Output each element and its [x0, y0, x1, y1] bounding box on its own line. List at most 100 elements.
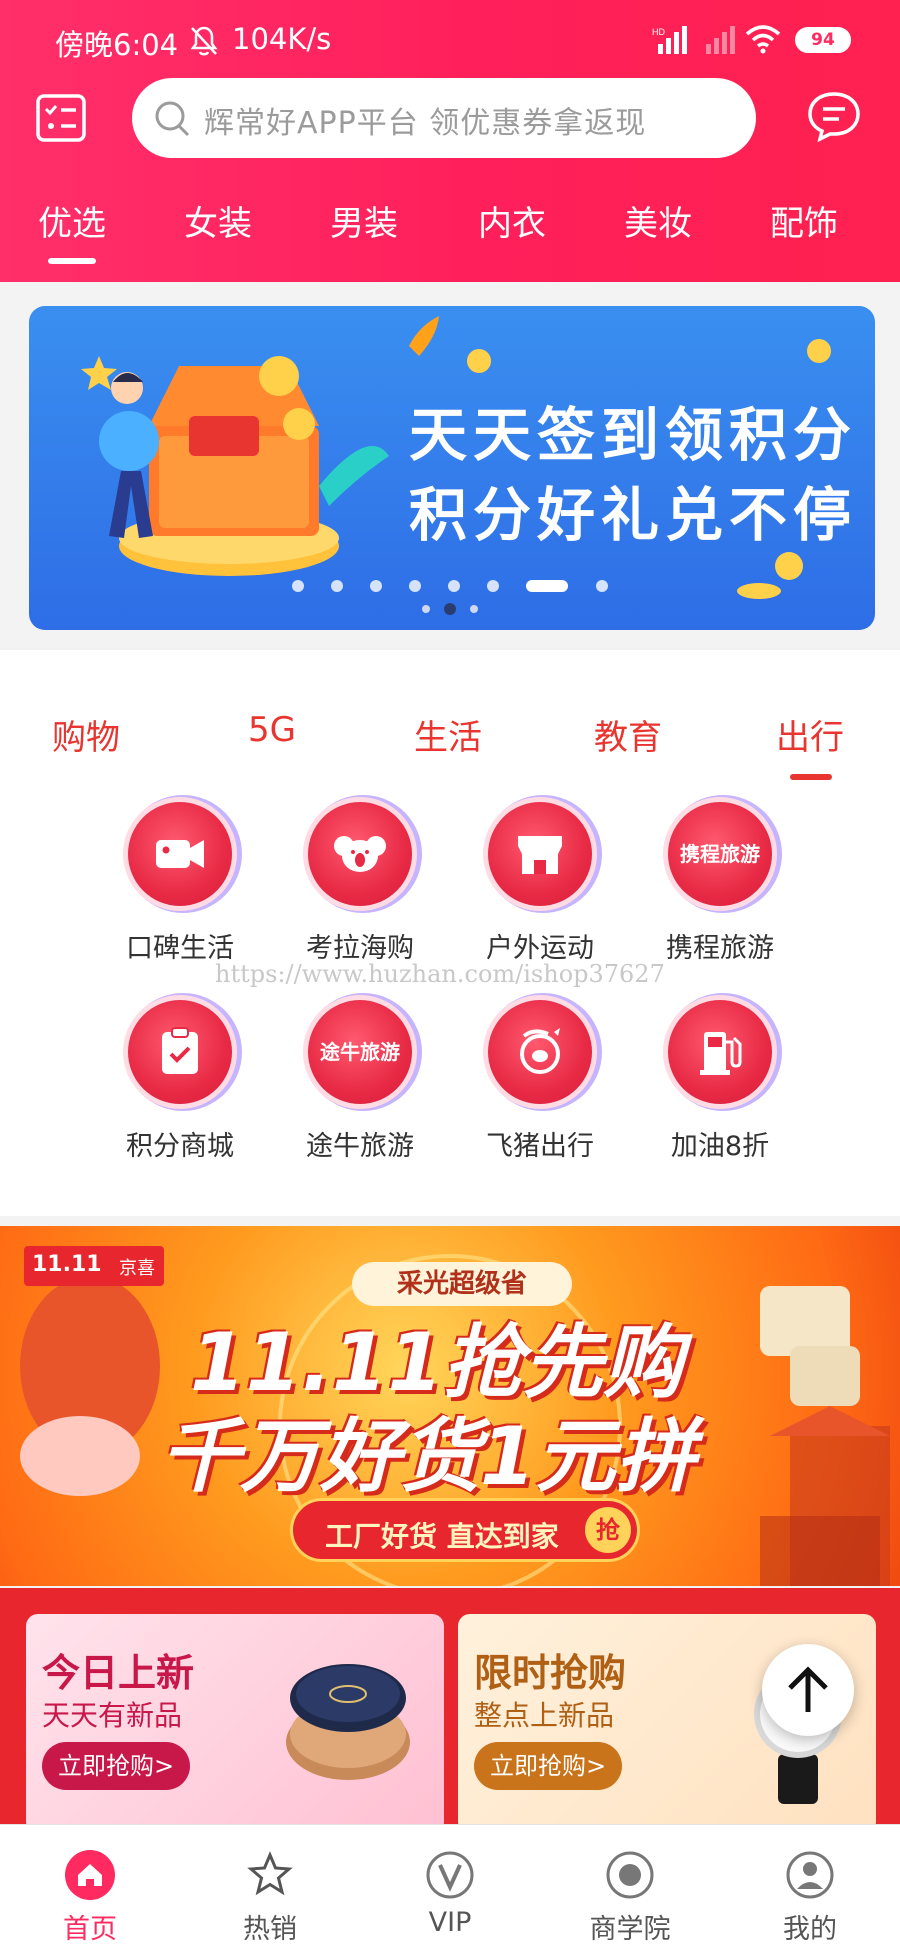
cushion-compact-image — [286, 1664, 410, 1780]
nav-hot-sales[interactable]: 热销 — [180, 1825, 360, 1950]
service-label: 加油8折 — [670, 1131, 770, 1162]
nav-vip[interactable]: VIP — [360, 1825, 540, 1950]
search-placeholder: 辉常好APP平台 领优惠券拿返现 — [204, 106, 647, 141]
nav-label: 首页 — [63, 1914, 117, 1945]
service-section: 购物 5G 生活 教育 出行 口碑生活 考拉海购 户外运动 携程旅游 携程旅游 … — [0, 650, 900, 1216]
banner-dot[interactable] — [409, 580, 421, 592]
tab-shopping[interactable]: 购物 — [52, 710, 120, 759]
active-tab-indicator — [48, 258, 96, 264]
service-fliggy[interactable]: 飞猪出行 — [460, 1000, 620, 1170]
promo-cta-text: 工厂好货 直达到家 — [325, 1520, 559, 1553]
star-icon — [247, 1851, 293, 1896]
banner-title-line1: 天天签到领积分 — [409, 401, 858, 469]
banner-dot[interactable] — [370, 580, 382, 592]
category-tabs: 优选 女装 男装 内衣 美妆 配饰 — [0, 196, 900, 266]
promo-brand-badge: 11.11 京喜 — [24, 1246, 164, 1286]
fliggy-pig-icon — [520, 1028, 560, 1074]
app-header: 傍晚6:04 104K/s HD 94 辉常好APP平台 领优惠券拿返现 优选 … — [0, 0, 900, 282]
service-icon-circle — [668, 1000, 772, 1104]
user-icon — [786, 1851, 834, 1899]
tab-beauty[interactable]: 美妆 — [624, 196, 692, 245]
banner-title-line2: 积分好礼兑不停 — [409, 481, 858, 549]
storefront-icon — [518, 836, 562, 874]
promo-headline-2: 千万好货1元拼 — [160, 1410, 696, 1503]
tab-education[interactable]: 教育 — [594, 710, 662, 759]
tab-travel[interactable]: 出行 — [776, 710, 844, 759]
message-icon[interactable] — [806, 90, 862, 142]
service-kaola[interactable]: 考拉海购 — [280, 802, 440, 972]
service-ctrip[interactable]: 携程旅游 携程旅游 — [640, 802, 800, 972]
service-fuel[interactable]: 加油8折 — [640, 1000, 800, 1170]
ctrip-text-icon: 携程旅游 — [680, 842, 760, 866]
vip-v-icon — [426, 1851, 474, 1899]
deal-title: 限时抢购 — [474, 1651, 627, 1695]
banner-dot[interactable] — [487, 580, 499, 592]
tab-underwear[interactable]: 内衣 — [478, 196, 546, 245]
service-tuniu[interactable]: 途牛旅游 途牛旅游 — [280, 1000, 440, 1170]
buy-now-button[interactable]: 立即抢购> — [474, 1742, 623, 1790]
banner-dot[interactable] — [596, 580, 608, 592]
nav-label: 热销 — [243, 1914, 297, 1945]
banner-dot[interactable] — [448, 580, 460, 592]
service-icon-circle: 携程旅游 — [668, 802, 772, 906]
service-icon-circle: 途牛旅游 — [308, 1000, 412, 1104]
nav-label: 我的 — [783, 1914, 837, 1945]
deal-card-new-arrivals[interactable]: 今日上新 天天有新品 立即抢购> — [26, 1614, 444, 1834]
double11-promo-banner[interactable]: 11.11 京喜 采光超级省 11.11抢先购 千万好货1元拼 工厂好货 直达到… — [0, 1226, 900, 1586]
back-to-top-button[interactable] — [762, 1644, 854, 1736]
service-outdoor[interactable]: 户外运动 — [460, 802, 620, 972]
fuel-pump-icon — [700, 1032, 742, 1075]
service-points-mall[interactable]: 积分商城 — [100, 1000, 260, 1170]
signal-weak-icon — [706, 26, 735, 54]
bell-muted-icon — [190, 26, 218, 56]
service-icon-circle — [488, 802, 592, 906]
nav-academy[interactable]: 商学院 — [540, 1825, 720, 1950]
arrow-up-icon — [788, 1666, 828, 1712]
banner-sub-indicator — [422, 603, 478, 615]
video-camera-icon — [156, 840, 204, 868]
service-koubei[interactable]: 口碑生活 — [100, 802, 260, 972]
banner-page-dots — [290, 580, 640, 594]
service-icon-circle — [128, 1000, 232, 1104]
tab-mens[interactable]: 男装 — [330, 196, 398, 245]
record-circle-icon — [606, 1851, 654, 1899]
promo-cta-button[interactable]: 工厂好货 直达到家 抢 — [290, 1498, 640, 1562]
signal-hd-icon: HD — [652, 26, 687, 54]
tab-youxuan[interactable]: 优选 — [38, 196, 106, 245]
status-time: 傍晚6:04 — [55, 28, 179, 62]
tab-accessories[interactable]: 配饰 — [770, 196, 838, 245]
tab-5g[interactable]: 5G — [248, 710, 296, 750]
nav-profile[interactable]: 我的 — [720, 1825, 900, 1950]
service-icon-circle — [488, 1000, 592, 1104]
promo-grab-badge: 抢 — [585, 1507, 631, 1553]
service-label: 飞猪出行 — [486, 1131, 594, 1162]
koala-icon — [334, 836, 386, 872]
service-icon-circle — [308, 802, 412, 906]
nav-home[interactable]: 首页 — [0, 1825, 180, 1950]
banner-dot-active[interactable] — [526, 580, 568, 592]
tab-life[interactable]: 生活 — [414, 710, 482, 759]
deal-title: 今日上新 — [42, 1651, 195, 1695]
tuniu-text-icon: 途牛旅游 — [320, 1040, 400, 1064]
wifi-icon — [745, 25, 781, 54]
battery-indicator: 94 — [795, 27, 851, 53]
service-icon-circle — [128, 802, 232, 906]
promo-badge-brand: 京喜 — [119, 1258, 155, 1279]
status-bar: 傍晚6:04 104K/s HD 94 — [0, 0, 900, 80]
net-speed: 104K/s — [232, 22, 332, 56]
nav-label: 商学院 — [589, 1914, 671, 1945]
bottom-navigation: 首页 热销 VIP 商学院 我的 — [0, 1824, 900, 1950]
service-label: 途牛旅游 — [306, 1131, 414, 1162]
search-bar[interactable]: 辉常好APP平台 领优惠券拿返现 — [132, 78, 756, 158]
promo-badge-number: 11.11 — [32, 1252, 102, 1277]
buy-now-button[interactable]: 立即抢购> — [42, 1742, 191, 1790]
banner-dot[interactable] — [331, 580, 343, 592]
deal-subtitle: 整点上新品 — [474, 1699, 615, 1732]
checklist-menu-icon[interactable] — [36, 94, 86, 142]
nav-label: VIP — [428, 1907, 472, 1938]
clipboard-check-icon — [162, 1027, 198, 1074]
search-icon — [155, 101, 190, 137]
service-label: 积分商城 — [126, 1131, 234, 1162]
banner-dot[interactable] — [292, 580, 304, 592]
tab-womens[interactable]: 女装 — [184, 196, 252, 245]
